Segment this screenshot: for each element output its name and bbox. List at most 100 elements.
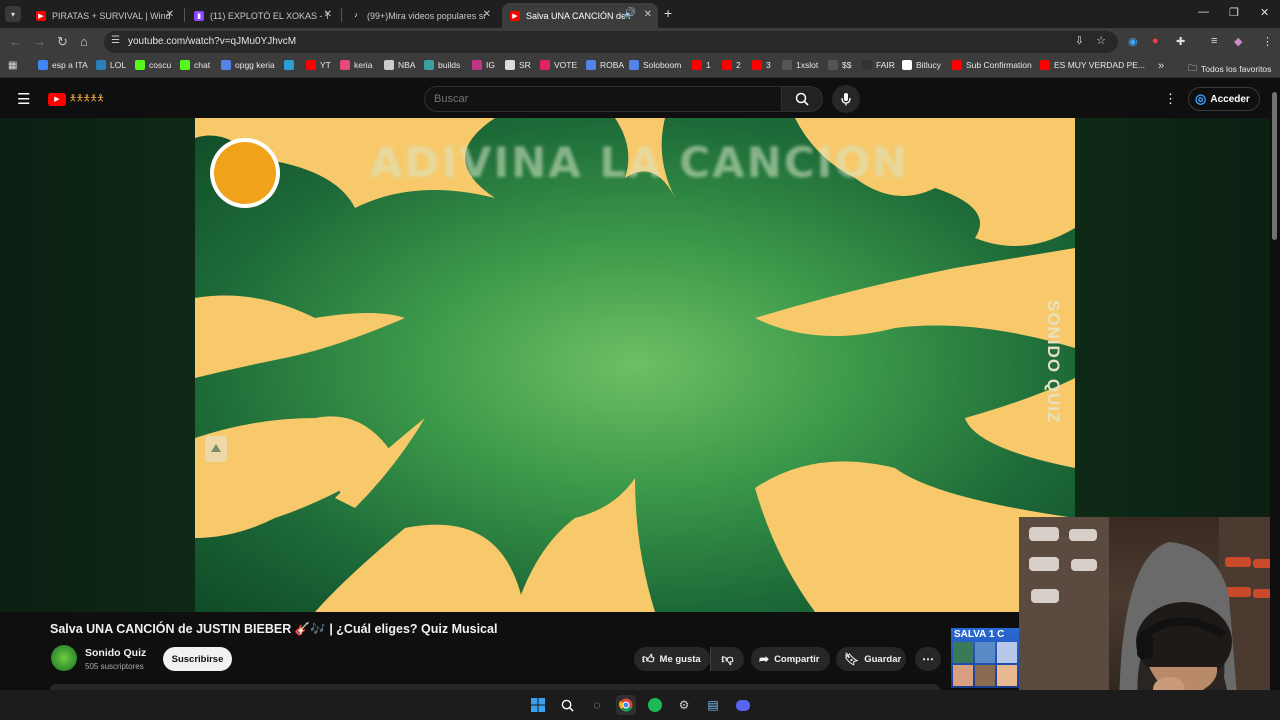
bookmark-item[interactable]: opgg keria bbox=[221, 60, 275, 70]
bookmark-item[interactable]: builds bbox=[424, 60, 460, 70]
bookmark-item[interactable]: 2 bbox=[722, 60, 741, 70]
bookmark-item[interactable]: 1xslot bbox=[782, 60, 818, 70]
settings-kebab-icon[interactable]: ⋮ bbox=[1164, 91, 1177, 107]
tab-piratas[interactable]: ▶ PIRATAS + SURVIVAL | WindRo ✕ bbox=[28, 3, 180, 28]
bookmarks-more-icon[interactable]: » bbox=[1158, 60, 1164, 72]
bookmark-item[interactable]: IG bbox=[472, 60, 495, 70]
site-info-icon[interactable]: ☰ bbox=[111, 35, 120, 46]
new-tab-button[interactable]: + bbox=[664, 5, 672, 21]
spotify-taskbar-icon[interactable] bbox=[645, 695, 665, 715]
bookmark-label: FAIR bbox=[876, 60, 895, 70]
bookmark-item[interactable]: Soloboom bbox=[629, 60, 681, 70]
bookmark-item[interactable]: keria bbox=[340, 60, 372, 70]
bookmark-label: Bitlucy bbox=[916, 60, 942, 70]
taskbar-search-icon[interactable] bbox=[557, 695, 577, 715]
account-icon: ◎ bbox=[1195, 91, 1207, 106]
minimize-icon[interactable]: — bbox=[1198, 6, 1209, 18]
video-player[interactable] bbox=[195, 118, 1075, 612]
bookmark-item[interactable] bbox=[284, 60, 298, 70]
bookmark-favicon-icon bbox=[505, 60, 515, 70]
install-app-icon[interactable]: ⇩ bbox=[1075, 34, 1084, 47]
close-window-icon[interactable]: ✕ bbox=[1260, 6, 1269, 19]
youtube-logo[interactable]: ▶ 🯅🯅🯅🯅🯅 bbox=[48, 91, 105, 107]
notepad-taskbar-icon[interactable]: ▤ bbox=[703, 695, 723, 715]
chrome-taskbar-icon[interactable] bbox=[616, 695, 636, 715]
channel-avatar[interactable] bbox=[51, 645, 77, 671]
steam-taskbar-icon[interactable]: ⚙ bbox=[674, 695, 694, 715]
search-box[interactable] bbox=[424, 86, 782, 112]
bookmark-label: esp a ITA bbox=[52, 60, 88, 70]
bookmark-item[interactable]: YT bbox=[306, 60, 331, 70]
bookmark-item[interactable]: NBA bbox=[384, 60, 415, 70]
discord-icon bbox=[736, 699, 750, 711]
close-tab-icon[interactable]: ✕ bbox=[644, 9, 652, 20]
extensions-puzzle-icon[interactable]: ✚ bbox=[1176, 35, 1185, 48]
reload-icon[interactable]: ↻ bbox=[57, 34, 68, 50]
dislike-button[interactable]: 👎︎ bbox=[710, 647, 744, 671]
like-button[interactable]: 👍︎ Me gusta bbox=[634, 647, 710, 671]
channel-name[interactable]: Sonido Quiz bbox=[85, 647, 146, 659]
more-actions-button[interactable]: ⋯ bbox=[915, 647, 941, 671]
extension-icon[interactable]: ● bbox=[1152, 35, 1159, 47]
hamburger-menu-icon[interactable]: ☰ bbox=[17, 90, 30, 108]
recommended-video-thumbnail[interactable]: SALVA 1 C bbox=[951, 628, 1019, 688]
search-button[interactable] bbox=[781, 86, 823, 112]
bookmark-item[interactable]: FAIR bbox=[862, 60, 895, 70]
extension-icon[interactable]: ◉ bbox=[1128, 35, 1138, 48]
bookmark-favicon-icon bbox=[472, 60, 482, 70]
bookmark-item[interactable]: ROBA bbox=[586, 60, 624, 70]
taskbar-app-icon[interactable]: ◌ bbox=[587, 695, 607, 715]
address-bar[interactable]: ☰ youtube.com/watch?v=qJMu0YJhvcM ⇩ ☆ bbox=[104, 31, 1118, 53]
speaker-icon[interactable]: 🔊 bbox=[624, 8, 636, 19]
bookmark-item[interactable]: LOL bbox=[96, 60, 126, 70]
bookmark-item[interactable]: Bitlucy bbox=[902, 60, 941, 70]
tab-twitch[interactable]: ▮ (11) EXPLOTÓ EL XOKAS - Twitc ✕ bbox=[186, 3, 338, 28]
voice-search-button[interactable] bbox=[832, 85, 860, 113]
tab-tiktok[interactable]: ♪ (99+)Mira videos populares sob ✕ bbox=[343, 3, 497, 28]
close-tab-icon[interactable]: ✕ bbox=[166, 9, 174, 20]
home-icon[interactable]: ⌂ bbox=[80, 34, 88, 49]
spotify-icon bbox=[648, 698, 662, 712]
browser-menu-icon[interactable]: ⋮ bbox=[1262, 35, 1273, 48]
share-button[interactable]: ➦ Compartir bbox=[751, 647, 830, 671]
youtube-icon: ▶ bbox=[36, 10, 46, 21]
thumbs-up-icon: 👍︎ bbox=[642, 651, 655, 666]
bookmark-item[interactable]: Sub Confirmation bbox=[952, 60, 1032, 70]
tab-salva-cancion[interactable]: ▶ Salva UNA CANCIÓN de JUSTIN 🔊 ✕ bbox=[502, 3, 658, 28]
bookmark-favicon-icon bbox=[952, 60, 962, 70]
restore-icon[interactable]: ❐ bbox=[1229, 6, 1239, 19]
bookmark-item[interactable]: 3 bbox=[752, 60, 771, 70]
bookmark-item[interactable]: coscu bbox=[135, 60, 171, 70]
all-bookmarks-button[interactable]: 🗀 Todos los favoritos bbox=[1188, 61, 1271, 77]
bookmark-item[interactable]: SR bbox=[505, 60, 531, 70]
profile-avatar-icon[interactable]: ◆ bbox=[1234, 35, 1242, 48]
search-input[interactable] bbox=[434, 92, 764, 106]
media-control-icon[interactable]: ≡ bbox=[1211, 35, 1217, 47]
forward-icon[interactable]: → bbox=[33, 34, 46, 49]
scrollbar-thumb[interactable] bbox=[1272, 92, 1277, 240]
bookmark-item[interactable]: $$ bbox=[828, 60, 851, 70]
bookmark-star-icon[interactable]: ☆ bbox=[1096, 34, 1106, 47]
back-icon[interactable]: ← bbox=[9, 34, 22, 49]
bookmark-label: keria bbox=[354, 60, 373, 70]
signin-button[interactable]: ◎ Acceder bbox=[1188, 87, 1260, 111]
windows-start-icon[interactable] bbox=[528, 695, 548, 715]
windows-logo-icon bbox=[531, 698, 545, 712]
bookmark-icon: 🔖︎ bbox=[844, 652, 860, 666]
bookmark-label: ES MUY VERDAD PE... bbox=[1054, 60, 1146, 70]
bookmark-item[interactable]: chat bbox=[180, 60, 210, 70]
bookmark-item[interactable]: VOTE bbox=[540, 60, 577, 70]
bookmark-item[interactable]: ES MUY VERDAD PE... bbox=[1040, 60, 1145, 70]
discord-taskbar-icon[interactable] bbox=[733, 695, 753, 715]
close-tab-icon[interactable]: ✕ bbox=[324, 9, 332, 20]
close-tab-icon[interactable]: ✕ bbox=[483, 9, 491, 20]
bookmark-favicon-icon bbox=[782, 60, 792, 70]
save-button[interactable]: 🔖︎ Guardar bbox=[836, 647, 906, 671]
bookmark-label: Soloboom bbox=[643, 60, 682, 70]
bookmark-item[interactable]: esp a ITA bbox=[38, 60, 88, 70]
folder-icon: 🗀 bbox=[1188, 63, 1198, 73]
apps-grid-icon[interactable]: ▦ bbox=[8, 60, 17, 71]
tab-search-button[interactable]: ▾ bbox=[5, 6, 21, 22]
subscribe-button[interactable]: Suscribirse bbox=[163, 647, 232, 671]
bookmark-item[interactable]: 1 bbox=[692, 60, 711, 70]
